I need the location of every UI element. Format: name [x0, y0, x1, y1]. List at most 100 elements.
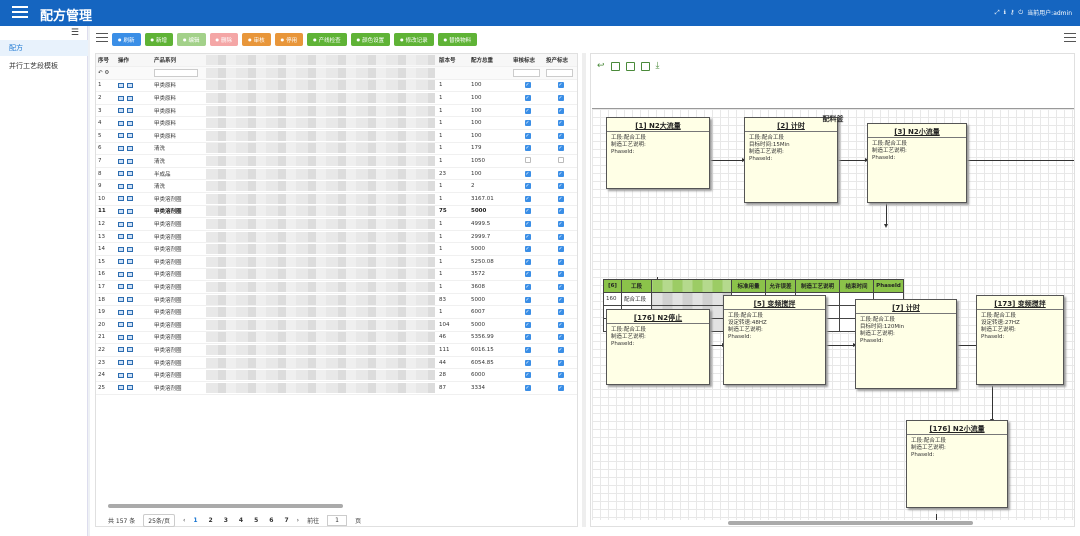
prod-checkbox[interactable]: ✓	[557, 132, 564, 139]
power-icon[interactable]: ⏻	[1018, 9, 1023, 17]
prod-checkbox[interactable]: ✓	[557, 321, 564, 328]
toolbar-button[interactable]: ● 修改记录	[394, 33, 434, 46]
fullscreen-icon[interactable]: ⤢	[995, 9, 1000, 17]
page-5[interactable]: 5	[254, 517, 258, 524]
toolbar-button[interactable]: ● 停用	[274, 33, 304, 46]
view-icon[interactable]	[118, 108, 124, 114]
audit-checkbox[interactable]: ✓	[524, 183, 531, 190]
edit-grid-icon[interactable]	[127, 347, 133, 353]
horizontal-scrollbar[interactable]	[108, 504, 343, 508]
prod-checkbox[interactable]: ✓	[557, 107, 564, 114]
audit-checkbox[interactable]: ✓	[524, 384, 531, 391]
view-icon[interactable]	[118, 334, 124, 340]
edit-grid-icon[interactable]	[127, 208, 133, 214]
edit-grid-icon[interactable]	[127, 322, 133, 328]
audit-checkbox[interactable]: ✓	[524, 195, 531, 202]
view-icon[interactable]	[118, 171, 124, 177]
view-icon[interactable]	[118, 234, 124, 240]
prod-checkbox[interactable]: ✓	[557, 359, 564, 366]
collapse-icon[interactable]: ☰	[71, 28, 79, 38]
table-row[interactable]: 16 甲类溶剂圈 1 3572 ✓ ✓	[96, 268, 577, 282]
table-row[interactable]: 12 甲类溶剂圈 1 4999.5 ✓ ✓	[96, 217, 577, 231]
col-series[interactable]: 产品系列	[152, 54, 204, 68]
table-row[interactable]: 6 清洗 1 179 ✓ ✓	[96, 142, 577, 156]
audit-checkbox[interactable]: ✓	[524, 359, 531, 366]
edit-grid-icon[interactable]	[127, 133, 133, 139]
audit-checkbox[interactable]: ✓	[524, 258, 531, 265]
col-prod[interactable]: 投产标志	[544, 54, 577, 68]
table-row[interactable]: 17 甲类溶剂圈 1 3608 ✓ ✓	[96, 280, 577, 294]
col-no[interactable]: 序号	[96, 54, 116, 68]
grid-icon[interactable]	[640, 62, 650, 71]
audit-checkbox[interactable]: ✓	[524, 321, 531, 328]
view-icon[interactable]	[118, 82, 124, 88]
page-4[interactable]: 4	[239, 517, 243, 524]
sidebar-item-parallel-template[interactable]: 并行工艺段模板	[0, 58, 88, 74]
view-icon[interactable]	[118, 372, 124, 378]
view-icon[interactable]	[118, 309, 124, 315]
prod-checkbox[interactable]: ✓	[557, 271, 564, 278]
audit-checkbox[interactable]: ✓	[524, 82, 531, 89]
table-row[interactable]: 14 甲类溶剂圈 1 5000 ✓ ✓	[96, 242, 577, 256]
audit-checkbox[interactable]: ✓	[524, 221, 531, 228]
table-row[interactable]: 21 甲类溶剂圈 46 5356.99 ✓ ✓	[96, 331, 577, 345]
prod-checkbox[interactable]: ✓	[557, 309, 564, 316]
filter-prod[interactable]	[546, 68, 573, 77]
page-7[interactable]: 7	[284, 517, 288, 524]
prod-checkbox[interactable]: ✓	[557, 82, 564, 89]
page-6[interactable]: 6	[269, 517, 273, 524]
edit-grid-icon[interactable]	[127, 372, 133, 378]
key-icon[interactable]: ⚷	[1010, 9, 1014, 16]
view-icon[interactable]	[118, 284, 124, 290]
prod-checkbox[interactable]: ✓	[557, 183, 564, 190]
toolbar-button[interactable]: ● 删除	[209, 33, 239, 46]
col-audit[interactable]: 审核标志	[511, 54, 544, 68]
prod-checkbox[interactable]: ✓	[557, 120, 564, 127]
edit-grid-icon[interactable]	[127, 171, 133, 177]
audit-checkbox[interactable]: ✓	[524, 145, 531, 152]
settings-sliders-icon[interactable]	[1064, 33, 1076, 44]
next-page-icon[interactable]: ›	[297, 517, 299, 524]
edit-grid-icon[interactable]	[127, 309, 133, 315]
view-icon[interactable]	[118, 347, 124, 353]
table-row[interactable]: 24 甲类溶剂圈 28 6000 ✓ ✓	[96, 368, 577, 382]
page-3[interactable]: 3	[224, 517, 228, 524]
edit-grid-icon[interactable]	[127, 284, 133, 290]
toolbar-button[interactable]: ● 新增	[144, 33, 174, 46]
prod-checkbox[interactable]: ✓	[557, 296, 564, 303]
filter-audit[interactable]	[513, 68, 540, 77]
toolbar-button[interactable]: ● 审核	[242, 33, 271, 46]
undo-icon[interactable]: ↶	[98, 70, 103, 76]
edit-grid-icon[interactable]	[127, 360, 133, 366]
toolbar-button[interactable]: ● 替换物料	[437, 33, 478, 46]
edit-grid-icon[interactable]	[127, 82, 133, 88]
info-icon[interactable]: ℹ	[1004, 9, 1006, 16]
view-icon[interactable]	[118, 360, 124, 366]
sidebar-item-recipe[interactable]: 配方	[0, 40, 88, 56]
table-row[interactable]: 1 甲类原料 1 100 ✓ ✓	[96, 79, 577, 93]
table-row[interactable]: 23 甲类溶剂圈 44 6054.85 ✓ ✓	[96, 356, 577, 370]
edit-grid-icon[interactable]	[127, 246, 133, 252]
audit-checkbox[interactable]: ✓	[524, 346, 531, 353]
table-row[interactable]: 22 甲类溶剂圈 111 6016.15 ✓ ✓	[96, 343, 577, 357]
toolbar-button[interactable]: ● 颜色设置	[350, 33, 391, 46]
table-row[interactable]: 8 半成品 23 100 ✓ ✓	[96, 167, 577, 181]
toolbar-button[interactable]: ● 编辑	[177, 33, 206, 46]
prod-checkbox[interactable]: ✓	[557, 372, 564, 379]
prod-checkbox[interactable]: ✓	[557, 346, 564, 353]
prod-checkbox[interactable]	[557, 157, 564, 164]
print-icon[interactable]	[625, 62, 635, 71]
table-row[interactable]: 18 甲类溶剂圈 83 5000 ✓ ✓	[96, 293, 577, 307]
prod-checkbox[interactable]: ✓	[557, 195, 564, 202]
download-icon[interactable]: ⤓	[656, 62, 660, 71]
prod-checkbox[interactable]: ✓	[557, 233, 564, 240]
prod-checkbox[interactable]: ✓	[557, 145, 564, 152]
audit-checkbox[interactable]: ✓	[524, 132, 531, 139]
edit-grid-icon[interactable]	[127, 108, 133, 114]
edit-grid-icon[interactable]	[127, 145, 133, 151]
edit-grid-icon[interactable]	[127, 95, 133, 101]
flow-canvas[interactable]: [6]工段标准用量允许误差制造工艺说明结束时间PhaseId160配合工段900…	[592, 108, 1074, 520]
prod-checkbox[interactable]: ✓	[557, 283, 564, 290]
designer-scrollbar[interactable]	[728, 521, 973, 525]
edit-grid-icon[interactable]	[127, 334, 133, 340]
